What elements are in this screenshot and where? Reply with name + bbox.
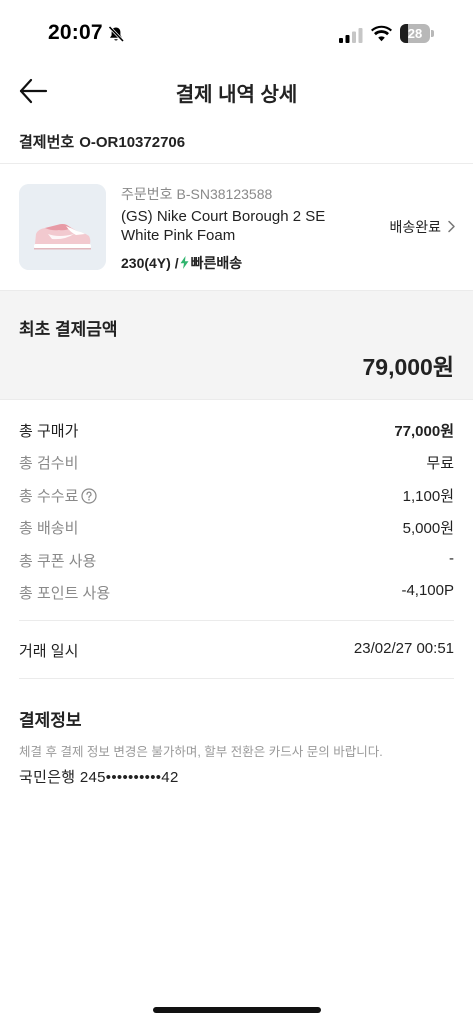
payment-info-title: 결제정보 [19, 711, 82, 730]
breakdown-label: 총 검수비 [19, 455, 79, 472]
wifi-icon [371, 25, 392, 42]
fast-shipping-label: 빠른배송 [190, 255, 243, 271]
product-name: (GS) Nike Court Borough 2 SE White Pink … [121, 207, 325, 245]
bell-off-icon [108, 25, 125, 43]
breakdown-value: 5,000원 [402, 520, 454, 537]
breakdown-label: 총 수수료 [19, 488, 79, 505]
breakdown-value: -4,100P [401, 582, 454, 599]
payment-number: 결제번호 O-OR10372706 [19, 131, 185, 152]
battery-percent: 28 [407, 26, 423, 41]
transaction-date-label: 거래 일시 [19, 643, 79, 660]
order-number-value: B-SN38123588 [176, 186, 273, 202]
breakdown-row-coupon: 총 쿠폰 사용 - [19, 550, 454, 572]
breakdown-value: - [449, 550, 454, 567]
breakdown-row-fee: 총 수수료 1,100원 [19, 485, 454, 507]
payment-number-label: 결제번호 [19, 134, 75, 151]
payment-info-note: 체결 후 결제 정보 변경은 불가하며, 할부 전환은 카드사 문의 바랍니다. [19, 745, 383, 759]
product-name-line1: (GS) Nike Court Borough 2 SE [121, 208, 326, 225]
status-bar: 20:07 28 [0, 0, 473, 68]
product-option: 230(4Y) / 빠른배송 [121, 253, 242, 273]
status-time: 20:07 [48, 21, 103, 44]
product-size: 230(4Y) [121, 255, 171, 271]
shipping-status-link[interactable]: 배송완료 [389, 217, 456, 237]
option-separator: / [174, 255, 179, 271]
transaction-date-row: 거래 일시 23/02/27 00:51 [19, 640, 454, 662]
breakdown-row-inspection: 총 검수비 무료 [19, 452, 454, 474]
order-number-label: 주문번호 [121, 186, 173, 202]
order-number: 주문번호 B-SN38123588 [121, 184, 272, 204]
chevron-right-icon [448, 220, 455, 233]
breakdown-value: 무료 [426, 455, 454, 472]
initial-payment-amount: 79,000원 [362, 354, 454, 380]
shipping-status: 배송완료 [389, 219, 441, 235]
initial-payment-section: 최초 결제금액 79,000원 [0, 290, 473, 400]
payment-card: 국민은행 245••••••••••42 [19, 769, 179, 786]
breakdown-row-purchase: 총 구매가 77,000원 [19, 420, 454, 442]
cellular-signal-icon [339, 28, 363, 43]
breakdown-label: 총 쿠폰 사용 [19, 553, 97, 570]
breakdown-value: 1,100원 [402, 488, 454, 505]
breakdown-row-points: 총 포인트 사용 -4,100P [19, 582, 454, 604]
transaction-date-value: 23/02/27 00:51 [353, 640, 454, 657]
initial-payment-label: 최초 결제금액 [19, 320, 118, 339]
lightning-icon [180, 256, 189, 269]
header: 결제 내역 상세 [0, 68, 473, 114]
breakdown-label: 총 배송비 [19, 520, 79, 537]
battery-indicator: 28 [400, 24, 434, 43]
divider [19, 678, 454, 679]
sneaker-image [19, 184, 106, 270]
product-name-line2: White Pink Foam [121, 227, 236, 244]
home-indicator [153, 1007, 321, 1013]
page-title: 결제 내역 상세 [175, 84, 298, 106]
product-image [19, 184, 106, 270]
help-circle-icon[interactable] [81, 488, 97, 504]
breakdown-value: 77,000원 [394, 423, 454, 440]
breakdown-label: 총 포인트 사용 [19, 585, 111, 602]
breakdown-row-shipping: 총 배송비 5,000원 [19, 517, 454, 539]
payment-number-value: O-OR10372706 [79, 134, 186, 151]
breakdown-label: 총 구매가 [19, 423, 79, 440]
divider [19, 620, 454, 621]
product-item[interactable]: 주문번호 B-SN38123588 (GS) Nike Court Borough… [0, 164, 473, 290]
